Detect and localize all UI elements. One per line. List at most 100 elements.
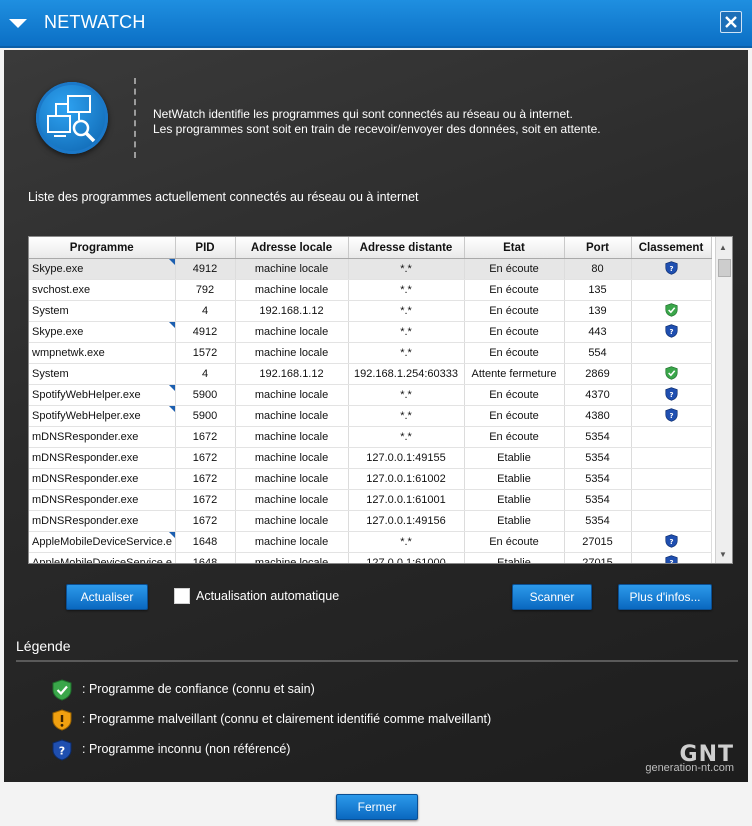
table-row[interactable]: SpotifyWebHelper.exe 5900 machine locale *.… [29, 405, 712, 427]
remote-address-cell: *.* [348, 342, 465, 364]
programme-cell-text: wmpnetwk.exe [32, 347, 105, 359]
remote-address-cell: 127.0.0.1:61000 [348, 552, 465, 564]
state-cell-text: Etablie [497, 494, 531, 506]
pid-cell: 792 [175, 279, 236, 301]
table-scrollbar[interactable]: ▲ ▼ [715, 237, 732, 563]
table-row[interactable]: Skype.exe 4912 machine locale *.* En écoute 4… [29, 321, 712, 343]
programme-cell: mDNSResponder.exe [29, 447, 176, 469]
scroll-up-icon[interactable]: ▲ [719, 243, 727, 252]
programme-cell: mDNSResponder.exe [29, 510, 176, 532]
programme-cell-text: AppleMobileDeviceService.e [32, 557, 173, 564]
table-row[interactable]: AppleMobileDeviceService.e 1648 machine lo… [29, 552, 712, 564]
pid-cell-text: 1672 [192, 473, 218, 485]
table-row[interactable]: mDNSResponder.exe 1672 machine locale 127.0… [29, 447, 712, 469]
scan-button[interactable]: Scanner [512, 584, 592, 610]
malicious-shield-icon [52, 709, 72, 731]
local-address-cell: machine locale [235, 405, 349, 427]
table-row[interactable]: AppleMobileDeviceService.e 1648 machine lo… [29, 531, 712, 553]
remote-address-cell: *.* [348, 258, 465, 280]
local-address-cell-text: machine locale [254, 494, 329, 506]
remote-address-cell-text: *.* [400, 347, 412, 359]
col-programme-header[interactable]: Programme [29, 237, 176, 259]
title-bar: NETWATCH [0, 0, 752, 48]
remote-address-cell: *.* [348, 531, 465, 553]
menu-chevron-icon[interactable] [8, 13, 28, 33]
col-pid-header[interactable]: PID [175, 237, 236, 259]
table-row[interactable]: mDNSResponder.exe 1672 machine locale 127.0… [29, 510, 712, 532]
local-address-cell-text: machine locale [254, 452, 329, 464]
scroll-down-icon[interactable]: ▼ [719, 550, 727, 559]
state-cell-text: Etablie [497, 557, 531, 564]
programme-cell: System [29, 300, 176, 322]
port-cell-text: 4370 [585, 389, 610, 401]
rating-cell [631, 468, 712, 490]
col-local-address-header[interactable]: Adresse locale [235, 237, 349, 259]
close-button[interactable]: Fermer [336, 794, 418, 820]
auto-refresh-checkbox[interactable] [174, 588, 190, 604]
col-port-header[interactable]: Port [564, 237, 632, 259]
remote-address-cell-text: *.* [400, 536, 412, 548]
table-row[interactable]: mDNSResponder.exe 1672 machine locale 127.0… [29, 489, 712, 511]
remote-address-cell-text: 127.0.0.1:61000 [366, 557, 446, 564]
unknown-shield-icon: ? [52, 739, 72, 761]
pid-cell: 5900 [175, 384, 236, 406]
remote-address-cell-text: 127.0.0.1:49155 [366, 452, 446, 464]
port-cell-text: 443 [588, 326, 607, 338]
rating-cell: ? [631, 531, 712, 553]
table-row[interactable]: mDNSResponder.exe 1672 machine locale 127.0… [29, 468, 712, 490]
auto-refresh-label: Actualisation automatique [196, 589, 340, 603]
rating-cell: ? [631, 384, 712, 406]
watermark-logo: GNT [679, 742, 734, 767]
port-cell-text: 27015 [582, 557, 613, 564]
rating-cell [631, 279, 712, 301]
col-remote-address-header[interactable]: Adresse distante [348, 237, 465, 259]
pid-cell: 4 [175, 300, 236, 322]
table-row[interactable]: svchost.exe 792 machine locale *.* En écoute… [29, 279, 712, 301]
rating-cell [631, 363, 712, 385]
corner-marker [168, 385, 174, 391]
state-cell: Etablie [464, 447, 565, 469]
more-info-button[interactable]: Plus d'infos... [618, 584, 712, 610]
col-state-header[interactable]: Etat [464, 237, 565, 259]
remote-address-cell-text: 127.0.0.1:61002 [366, 473, 446, 485]
pid-cell-text: 5900 [192, 389, 218, 401]
port-cell: 554 [564, 342, 632, 364]
close-icon [725, 16, 737, 28]
header-separator [134, 78, 136, 158]
table-row[interactable]: SpotifyWebHelper.exe 5900 machine locale *.… [29, 384, 712, 406]
list-title: Liste des programmes actuellement connec… [28, 190, 419, 204]
local-address-cell-text: machine locale [254, 347, 329, 359]
close-window-button[interactable] [720, 11, 742, 33]
unknown-shield-icon: ? [664, 554, 678, 563]
state-cell-text: En écoute [489, 536, 539, 548]
rating-cell: ? [631, 552, 712, 563]
remote-address-cell-text: *.* [400, 263, 412, 275]
table-row[interactable]: mDNSResponder.exe 1672 machine locale *.* En… [29, 426, 712, 448]
programme-cell: mDNSResponder.exe [29, 468, 176, 490]
table-row[interactable]: wmpnetwk.exe 1572 machine locale *.* En écou… [29, 342, 712, 364]
svg-text:?: ? [669, 264, 673, 272]
col-rating-header[interactable]: Classement [631, 237, 712, 259]
legend-malicious-label: : Programme malveillant (connu et claire… [82, 712, 492, 726]
port-cell: 80 [564, 258, 632, 280]
state-cell-text: En écoute [489, 410, 539, 422]
pid-cell-text: 1672 [192, 431, 218, 443]
refresh-button[interactable]: Actualiser [66, 584, 148, 610]
local-address-cell-text: machine locale [254, 515, 329, 527]
svg-text:?: ? [669, 327, 673, 335]
remote-address-cell: *.* [348, 279, 465, 301]
state-cell: En écoute [464, 300, 565, 322]
rating-cell: ? [631, 258, 712, 280]
table-row[interactable]: System 4 192.168.1.12 192.168.1.254:60333 At… [29, 363, 712, 385]
table-row[interactable]: System 4 192.168.1.12 *.* En écoute 139 [29, 300, 712, 322]
state-cell: En écoute [464, 342, 565, 364]
state-cell: En écoute [464, 384, 565, 406]
scroll-thumb[interactable] [718, 259, 731, 277]
pid-cell-text: 1648 [192, 536, 218, 548]
programme-cell-text: SpotifyWebHelper.exe [32, 389, 141, 401]
pid-cell: 1648 [175, 531, 236, 553]
local-address-cell: 192.168.1.12 [235, 300, 349, 322]
table-row[interactable]: Skype.exe 4912 machine locale *.* En écoute 8… [29, 258, 712, 280]
local-address-cell: machine locale [235, 426, 349, 448]
state-cell: En écoute [464, 426, 565, 448]
